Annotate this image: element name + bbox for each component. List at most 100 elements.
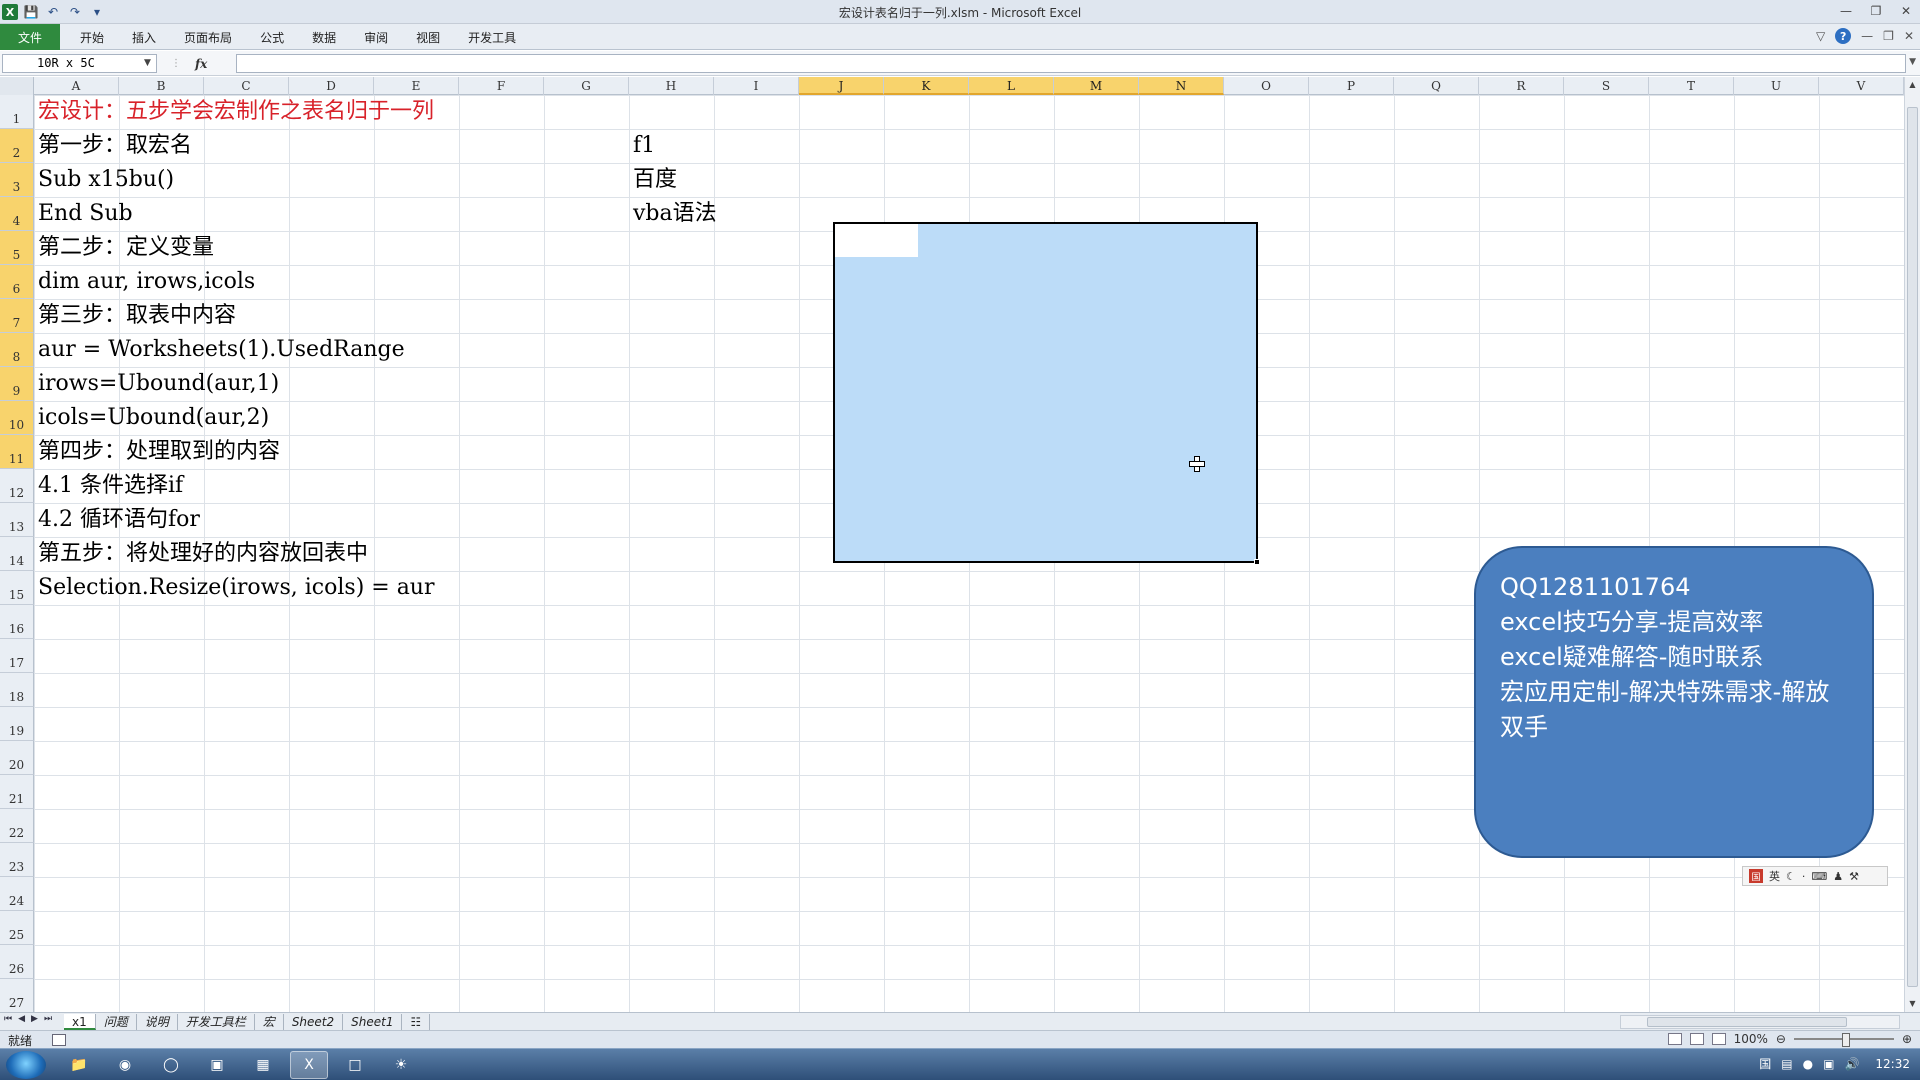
tab-home[interactable]: 开始 — [66, 24, 118, 50]
minimize-ribbon-icon[interactable]: ▽ — [1816, 29, 1825, 43]
ime-user-icon[interactable]: ♟ — [1833, 870, 1843, 883]
row-header[interactable]: 24 — [0, 877, 34, 911]
name-box-dropdown-icon[interactable]: ▼ — [144, 54, 151, 73]
close-icon[interactable]: ✕ — [1896, 2, 1916, 20]
row-header[interactable]: 14 — [0, 537, 34, 571]
media-icon[interactable]: ▦ — [244, 1051, 282, 1079]
row-header[interactable]: 20 — [0, 741, 34, 775]
tab-page-layout[interactable]: 页面布局 — [170, 24, 246, 50]
column-header[interactable]: D — [289, 77, 374, 95]
last-sheet-icon[interactable]: ⏭ — [44, 1014, 52, 1024]
tray-security-icon[interactable]: ● — [1803, 1057, 1813, 1071]
column-header[interactable]: P — [1309, 77, 1394, 95]
ime-moon-icon[interactable]: ☾ — [1786, 870, 1796, 883]
sheet-tab-sheet1[interactable]: Sheet1 — [343, 1014, 403, 1030]
fill-handle[interactable] — [1254, 559, 1260, 565]
next-sheet-icon[interactable]: ▶ — [31, 1014, 38, 1024]
excel-taskbar-icon[interactable]: X — [290, 1051, 328, 1079]
row-header[interactable]: 10 — [0, 401, 34, 435]
cell-h4[interactable]: vba语法 — [633, 197, 717, 231]
column-header[interactable]: S — [1564, 77, 1649, 95]
insert-function-icon[interactable]: fx — [195, 57, 207, 71]
zoom-slider[interactable] — [1793, 1033, 1894, 1047]
column-header[interactable]: O — [1224, 77, 1309, 95]
row-header[interactable]: 11 — [0, 435, 34, 469]
tray-ime-icon[interactable]: 国 — [1759, 1055, 1771, 1072]
row-header[interactable]: 19 — [0, 707, 34, 741]
explorer-icon[interactable]: 📁 — [60, 1051, 98, 1079]
row-header[interactable]: 21 — [0, 775, 34, 809]
browser-icon[interactable]: ◯ — [152, 1051, 190, 1079]
record-macro-icon[interactable] — [52, 1034, 66, 1046]
restore-icon[interactable]: ❐ — [1866, 2, 1886, 20]
column-header[interactable]: T — [1649, 77, 1734, 95]
cell-a6[interactable]: dim aur, irows,icols — [38, 265, 255, 299]
tab-file[interactable]: 文件 — [0, 24, 61, 50]
column-header[interactable]: Q — [1394, 77, 1479, 95]
vertical-scroll-thumb[interactable] — [1907, 107, 1918, 987]
ime-mode[interactable]: 英 — [1769, 868, 1780, 884]
column-header[interactable]: A — [34, 77, 119, 95]
row-header[interactable]: 8 — [0, 333, 34, 367]
row-header[interactable]: 4 — [0, 197, 34, 231]
row-header[interactable]: 6 — [0, 265, 34, 299]
column-header[interactable]: E — [374, 77, 459, 95]
insert-sheet-icon[interactable]: ☷ — [402, 1014, 431, 1030]
ime-settings-icon[interactable]: ⚒ — [1849, 870, 1859, 883]
tray-volume-icon[interactable]: 🔊 — [1844, 1057, 1859, 1071]
start-button[interactable] — [6, 1051, 46, 1079]
row-header[interactable]: 26 — [0, 945, 34, 979]
clock[interactable]: 12:32 — [1875, 1057, 1910, 1071]
column-header[interactable]: F — [459, 77, 544, 95]
cell-h3[interactable]: 百度 — [633, 163, 677, 197]
column-header[interactable]: B — [119, 77, 204, 95]
column-header[interactable]: G — [544, 77, 629, 95]
cell-a14[interactable]: 第五步：将处理好的内容放回表中 — [38, 537, 368, 571]
normal-view-icon[interactable] — [1667, 1033, 1682, 1045]
row-header[interactable]: 9 — [0, 367, 34, 401]
column-header[interactable]: V — [1819, 77, 1904, 95]
row-header[interactable]: 13 — [0, 503, 34, 537]
cell-a13[interactable]: 4.2 循环语句for — [38, 503, 200, 537]
prev-sheet-icon[interactable]: ◀ — [18, 1014, 25, 1024]
cell-a2[interactable]: 第一步：取宏名 — [38, 129, 192, 163]
name-box[interactable]: 10R x 5C — [2, 54, 157, 73]
formula-bar-grip-icon[interactable]: ⋮ — [171, 58, 181, 69]
formula-input[interactable] — [236, 54, 1906, 73]
select-all-corner[interactable] — [0, 77, 34, 95]
row-header[interactable]: 15 — [0, 571, 34, 605]
cell-h2[interactable]: f1 — [633, 129, 655, 163]
tray-network-icon[interactable]: ▤ — [1781, 1057, 1792, 1071]
horizontal-scrollbar[interactable] — [1620, 1015, 1900, 1029]
column-header[interactable]: I — [714, 77, 799, 95]
workbook-restore-icon[interactable]: ❐ — [1883, 29, 1894, 43]
cell-a7[interactable]: 第三步：取表中内容 — [38, 299, 236, 333]
horizontal-scroll-thumb[interactable] — [1647, 1017, 1847, 1027]
column-header[interactable]: K — [884, 77, 969, 95]
active-cell[interactable] — [835, 224, 918, 257]
cell-a10[interactable]: icols=Ubound(aur,2) — [38, 401, 269, 435]
cell-a8[interactable]: aur = Worksheets(1).UsedRange — [38, 333, 405, 367]
cell-a12[interactable]: 4.1 条件选择if — [38, 469, 183, 503]
sheet-tab-x1[interactable]: x1 — [64, 1014, 96, 1030]
tab-insert[interactable]: 插入 — [118, 24, 170, 50]
vertical-scrollbar[interactable]: ▲ ▼ — [1904, 77, 1920, 1012]
column-header[interactable]: H — [629, 77, 714, 95]
column-header[interactable]: M — [1054, 77, 1139, 95]
tray-monitor-icon[interactable]: ▣ — [1823, 1057, 1834, 1071]
info-shape[interactable]: QQ1281101764 excel技巧分享-提高效率 excel疑难解答-随时… — [1474, 546, 1874, 858]
expand-formula-bar-icon[interactable]: ▼ — [1909, 57, 1916, 67]
row-header[interactable]: 18 — [0, 673, 34, 707]
cell-a3[interactable]: Sub x15bu() — [38, 163, 174, 197]
minimize-icon[interactable]: — — [1836, 2, 1856, 20]
selection-range[interactable] — [833, 222, 1260, 565]
first-sheet-icon[interactable]: ⏮ — [4, 1014, 12, 1024]
row-header[interactable]: 12 — [0, 469, 34, 503]
help-icon[interactable]: ? — [1835, 28, 1852, 44]
tab-view[interactable]: 视图 — [402, 24, 454, 50]
column-header[interactable]: J — [799, 77, 884, 95]
page-break-view-icon[interactable] — [1711, 1033, 1726, 1045]
column-header[interactable]: R — [1479, 77, 1564, 95]
row-header[interactable]: 23 — [0, 843, 34, 877]
sheet-tab-notes[interactable]: 说明 — [137, 1014, 178, 1030]
